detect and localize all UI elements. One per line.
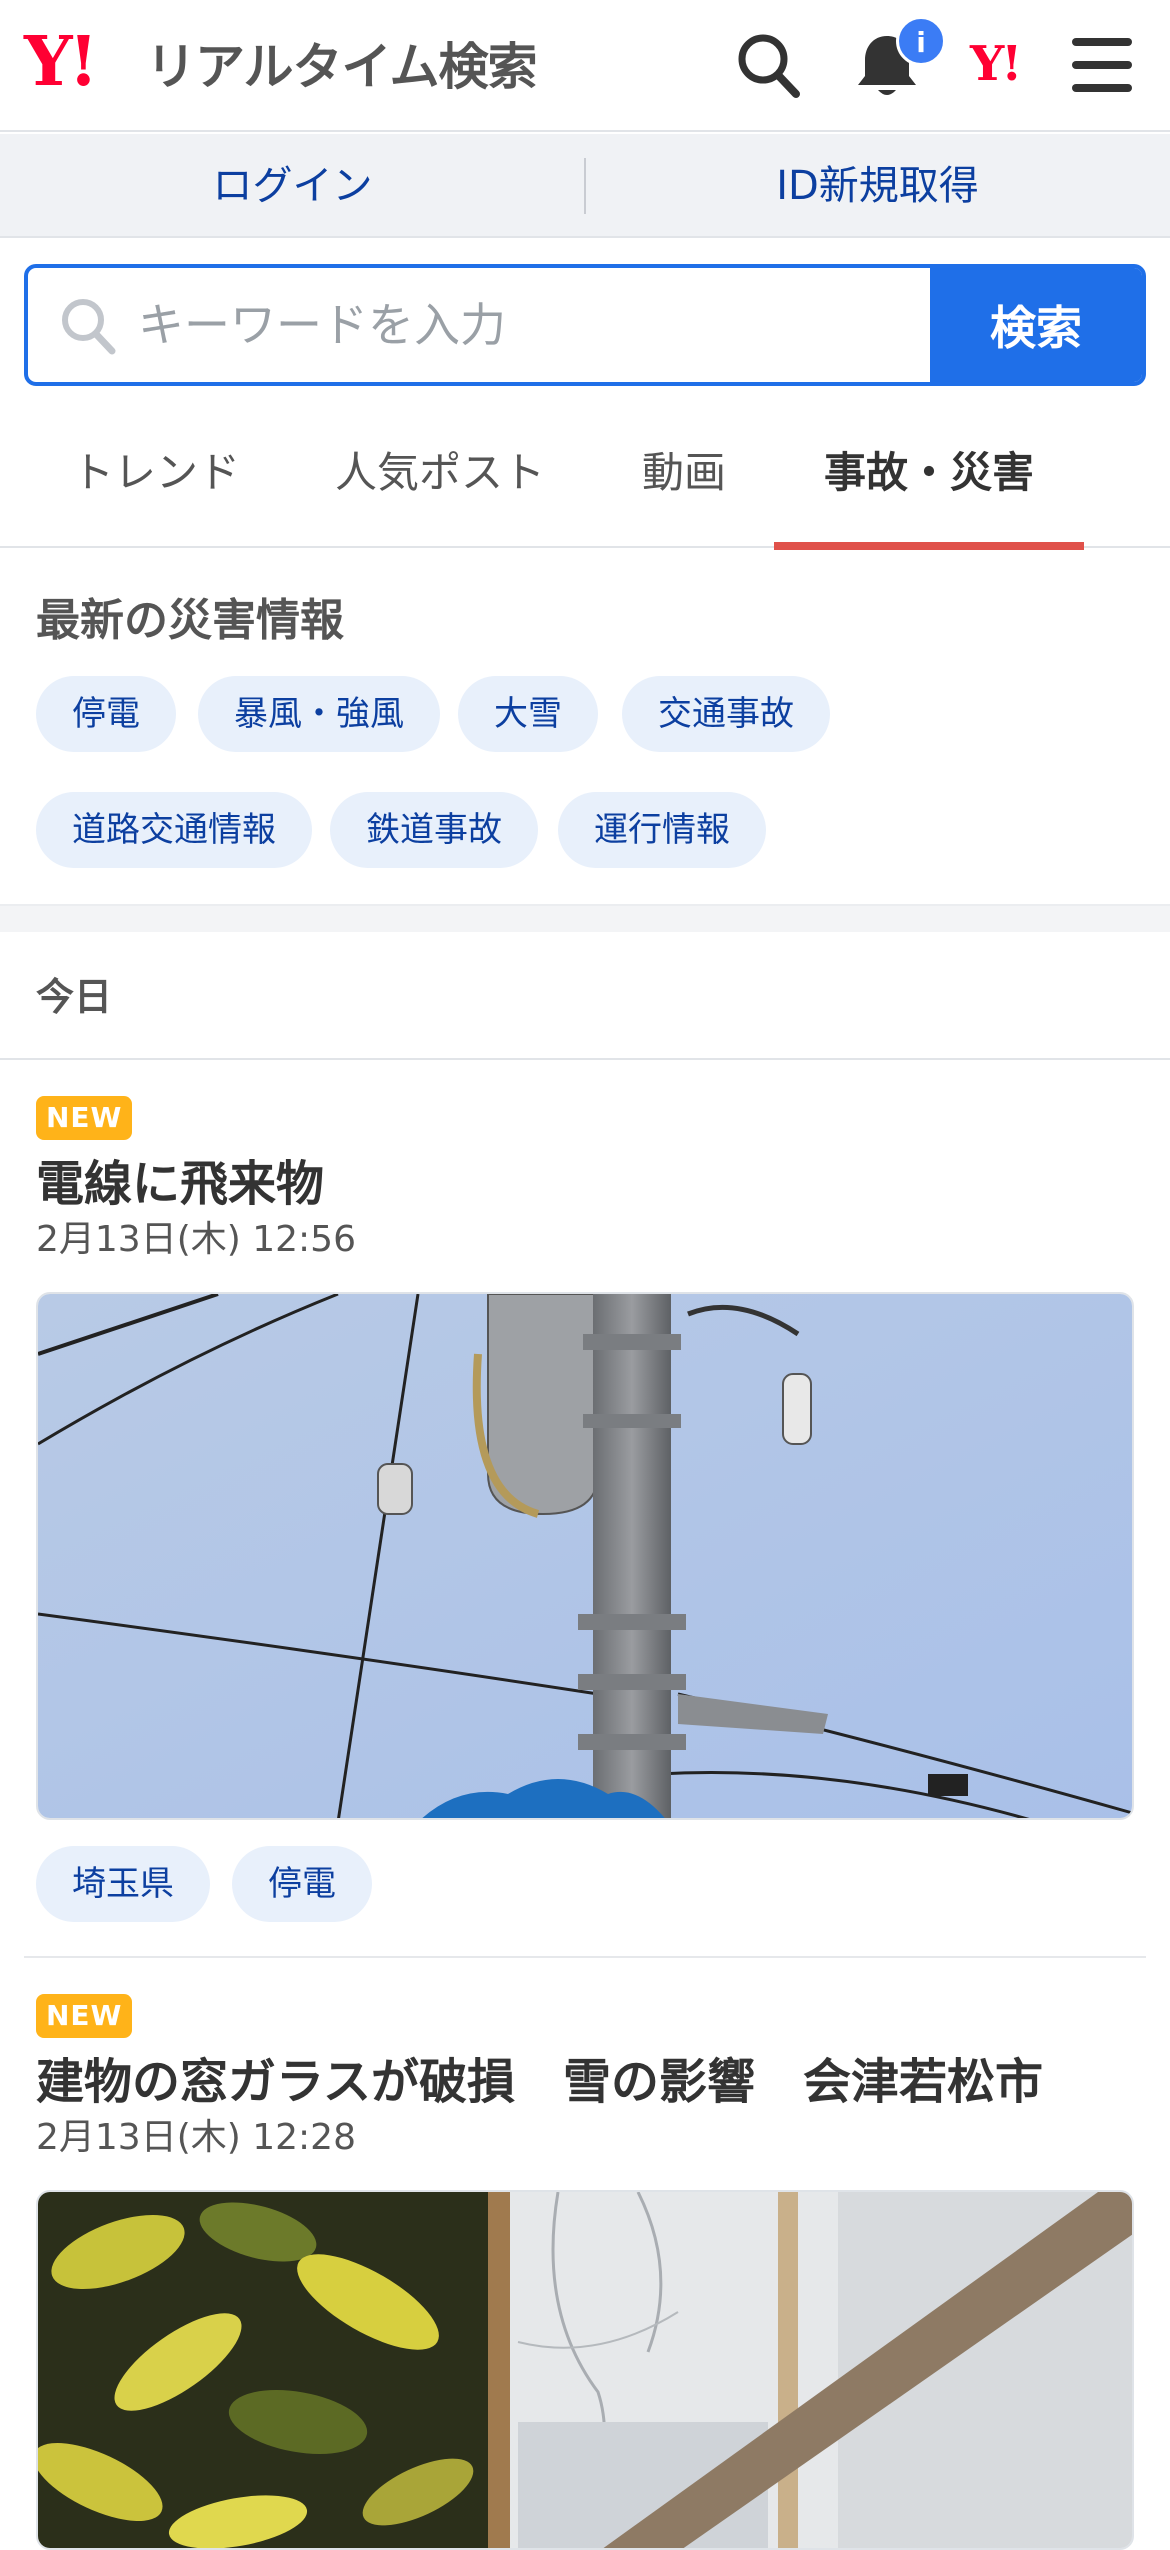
article-date: 2月13日(木) 12:56: [36, 1219, 356, 1260]
chip-service-info[interactable]: 運行情報: [558, 792, 766, 868]
article-divider: [24, 1956, 1146, 1958]
tab-popular-posts[interactable]: 人気ポスト: [316, 414, 564, 548]
site-title[interactable]: リアルタイム検索: [146, 36, 537, 98]
category-tabs: トレンド 人気ポスト 動画 事故・災害: [0, 414, 1170, 550]
article-image-broken-window[interactable]: [36, 2190, 1134, 2550]
search-field-icon: [62, 299, 116, 355]
chip-power-outage[interactable]: 停電: [36, 676, 176, 752]
app-header: Y! リアルタイム検索 i Y!: [0, 0, 1170, 132]
chip-heavy-snow[interactable]: 大雪: [458, 676, 598, 752]
login-link[interactable]: ログイン: [0, 134, 585, 238]
tag-power-outage[interactable]: 停電: [232, 1846, 372, 1922]
new-badge: NEW: [36, 1096, 133, 1140]
broken-window-photo: [38, 2192, 1132, 2548]
tag-saitama[interactable]: 埼玉県: [36, 1846, 210, 1922]
article-image-utility-pole[interactable]: [36, 1292, 1134, 1820]
article-title[interactable]: 電線に飛来物: [36, 1144, 324, 1214]
search-button[interactable]: 検索: [930, 268, 1142, 382]
section-separator: [0, 904, 1170, 932]
chip-road-traffic-info[interactable]: 道路交通情報: [36, 792, 312, 868]
utility-pole-photo: [38, 1294, 1132, 1818]
new-badge: NEW: [36, 1994, 133, 2038]
tab-videos[interactable]: 動画: [616, 414, 752, 548]
search-icon[interactable]: [736, 30, 800, 100]
notification-badge[interactable]: i: [896, 16, 946, 66]
chip-railway-accident[interactable]: 鉄道事故: [330, 792, 538, 868]
signup-link[interactable]: ID新規取得: [585, 134, 1170, 238]
day-divider: [0, 1058, 1170, 1060]
hamburger-menu-icon[interactable]: [1070, 36, 1134, 94]
article-title[interactable]: 建物の窓ガラスが破損 雪の影響 会津若松市: [36, 2042, 1043, 2112]
yahoo-japan-icon[interactable]: Y!: [970, 36, 1022, 92]
tab-trend[interactable]: トレンド: [40, 414, 272, 548]
search-box: 検索: [24, 264, 1146, 386]
account-bar: ログイン ID新規取得: [0, 134, 1170, 238]
disaster-section-title: 最新の災害情報: [36, 595, 344, 646]
yahoo-logo-mark[interactable]: Y!: [24, 26, 98, 98]
search-input[interactable]: [138, 268, 948, 382]
article-date: 2月13日(木) 12:28: [36, 2117, 356, 2158]
tab-accidents-disasters[interactable]: 事故・災害: [774, 414, 1084, 550]
chip-traffic-accident[interactable]: 交通事故: [622, 676, 830, 752]
chip-storm-wind[interactable]: 暴風・強風: [198, 676, 440, 752]
day-label: 今日: [36, 975, 113, 1019]
